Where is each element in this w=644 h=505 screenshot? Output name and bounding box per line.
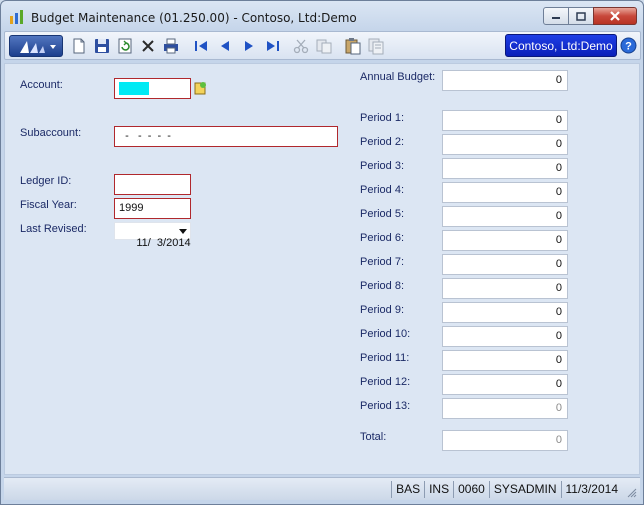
status-date: 11/3/2014: [560, 480, 623, 498]
period-field[interactable]: 0: [442, 302, 568, 323]
app-menu-button[interactable]: [9, 35, 63, 57]
period-label: Period 10:: [360, 328, 411, 340]
form-panel: Account: Subaccount: - - - - - Ledger ID…: [4, 63, 640, 475]
title-bar: Budget Maintenance (01.250.00) - Contoso…: [1, 1, 643, 31]
period-field[interactable]: 0: [442, 326, 568, 347]
annual-budget-field[interactable]: 0: [442, 70, 568, 91]
status-code: 0060: [453, 480, 489, 498]
app-icon: [10, 10, 23, 24]
maximize-button[interactable]: [568, 7, 594, 25]
company-badge[interactable]: Contoso, Ltd:Demo: [505, 34, 617, 57]
period-label: Period 8:: [360, 280, 405, 292]
period-field[interactable]: 0: [442, 350, 568, 371]
svg-text:?: ?: [625, 41, 632, 53]
delete-icon[interactable]: [138, 36, 158, 56]
period-label: Period 5:: [360, 208, 405, 220]
dynamics-logo-icon: [20, 41, 56, 53]
minimize-icon: [552, 17, 560, 19]
chevron-down-icon: [179, 229, 187, 234]
account-label: Account:: [20, 79, 63, 91]
attach-icon[interactable]: [366, 36, 386, 56]
help-icon[interactable]: ?: [620, 37, 637, 54]
status-bar: BAS INS 0060 SYSADMIN 11/3/2014: [4, 477, 640, 500]
period-label: Period 7:: [360, 256, 405, 268]
last-revised-date-picker[interactable]: 11/ 3/2014: [114, 222, 191, 249]
period-field[interactable]: 0: [442, 110, 568, 131]
close-icon: [610, 11, 620, 21]
next-icon[interactable]: [239, 36, 259, 56]
lookup-icon[interactable]: [194, 81, 207, 95]
maximize-icon: [576, 11, 586, 21]
period-label: Period 3:: [360, 160, 405, 172]
status-mode: BAS: [391, 480, 424, 498]
last-revised-value: 11/ 3/2014: [136, 237, 191, 249]
status-user: SYSADMIN: [488, 480, 561, 498]
period-field[interactable]: 0: [442, 230, 568, 251]
previous-icon[interactable]: [215, 36, 235, 56]
budget-maintenance-window: Budget Maintenance (01.250.00) - Contoso…: [0, 0, 644, 505]
fiscal-year-label: Fiscal Year:: [20, 199, 77, 211]
window-title: Budget Maintenance (01.250.00) - Contoso…: [31, 11, 357, 25]
subaccount-field[interactable]: - - - - -: [114, 126, 338, 147]
last-icon[interactable]: [263, 36, 283, 56]
period-label: Period 13:: [360, 400, 411, 412]
period-label: Period 12:: [360, 376, 411, 388]
window-controls: [543, 7, 637, 25]
period-field[interactable]: 0: [442, 254, 568, 275]
close-button[interactable]: [593, 7, 637, 25]
paste-icon[interactable]: [343, 36, 363, 56]
account-field[interactable]: [114, 78, 191, 99]
print-icon[interactable]: [161, 36, 181, 56]
cut-icon[interactable]: [291, 36, 311, 56]
period-field[interactable]: 0: [442, 278, 568, 299]
account-selection: [119, 82, 149, 95]
resize-grip-icon[interactable]: [627, 488, 637, 498]
period-field[interactable]: 0: [442, 374, 568, 395]
period-field[interactable]: 0: [442, 134, 568, 155]
minimize-button[interactable]: [543, 7, 569, 25]
company-name: Contoso, Ltd:Demo: [509, 38, 613, 53]
new-icon[interactable]: [69, 36, 89, 56]
fiscal-year-field[interactable]: 1999: [114, 198, 191, 219]
annual-budget-label: Annual Budget:: [360, 71, 436, 83]
save-icon[interactable]: [92, 36, 112, 56]
total-label: Total:: [360, 431, 387, 443]
period-label: Period 11:: [360, 352, 410, 364]
ledger-id-field[interactable]: [114, 174, 191, 195]
last-revised-label: Last Revised:: [20, 223, 87, 235]
period-field[interactable]: 0: [442, 398, 568, 419]
toolbar: Contoso, Ltd:Demo ?: [4, 31, 641, 60]
period-label: Period 6:: [360, 232, 405, 244]
copy-icon[interactable]: [314, 36, 334, 56]
period-label: Period 9:: [360, 304, 405, 316]
period-field[interactable]: 0: [442, 206, 568, 227]
first-icon[interactable]: [191, 36, 211, 56]
subaccount-label: Subaccount:: [20, 127, 82, 139]
period-label: Period 4:: [360, 184, 405, 196]
period-field[interactable]: 0: [442, 182, 568, 203]
ledger-id-label: Ledger ID:: [20, 175, 72, 187]
status-insert: INS: [424, 480, 453, 498]
period-label: Period 1:: [360, 112, 405, 124]
total-field: 0: [442, 430, 568, 451]
period-field[interactable]: 0: [442, 158, 568, 179]
period-label: Period 2:: [360, 136, 405, 148]
refresh-icon[interactable]: [115, 36, 135, 56]
